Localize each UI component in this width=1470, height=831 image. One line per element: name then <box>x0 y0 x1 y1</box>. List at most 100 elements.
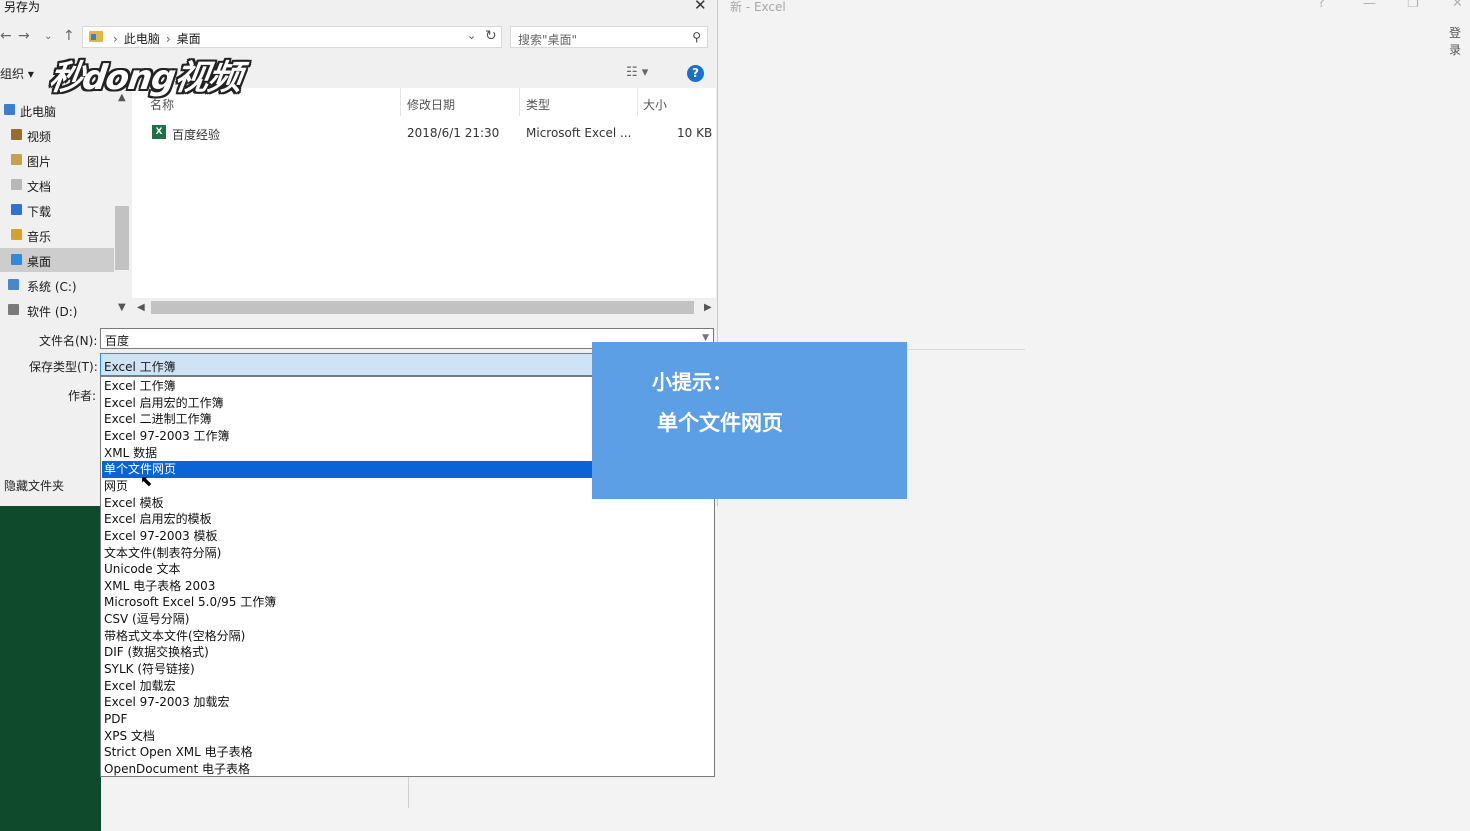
video-folder-icon <box>11 129 22 140</box>
savetype-option[interactable]: SYLK (符号链接) <box>102 661 713 678</box>
savetype-option[interactable]: XPS 文档 <box>102 728 713 745</box>
back-arrow-icon[interactable]: ← <box>0 28 12 44</box>
excel-file-icon: X <box>152 125 166 139</box>
folder-icon <box>89 31 103 42</box>
search-input[interactable]: 搜索"桌面" ⚲ <box>510 26 708 48</box>
tip-body: 单个文件网页 <box>657 411 783 435</box>
nav-scrollbar-thumb[interactable] <box>115 206 129 270</box>
drive-d-icon <box>8 304 19 315</box>
savetype-option[interactable]: DIF (数据交换格式) <box>102 644 713 661</box>
up-arrow-icon[interactable]: ↑ <box>63 28 75 44</box>
scroll-down-icon[interactable]: ▼ <box>118 302 126 313</box>
scroll-left-icon[interactable]: ◀ <box>137 302 145 313</box>
sidebar-item-drive-c[interactable]: 系统 (C:) <box>0 273 114 297</box>
excel-close-icon[interactable]: ✕ <box>1452 0 1463 11</box>
forward-arrow-icon[interactable]: → <box>18 28 30 44</box>
savetype-option[interactable]: Excel 97-2003 加载宏 <box>102 694 713 711</box>
sidebar-item-label: 桌面 <box>27 255 52 269</box>
breadcrumb-item-desktop[interactable]: 桌面 <box>177 32 201 46</box>
help-icon[interactable]: ? <box>687 65 704 82</box>
drive-c-icon <box>8 279 19 290</box>
excel-backstage-sidebar <box>0 506 101 831</box>
address-bar[interactable]: › 此电脑 › 桌面 ⌄ ↻ <box>82 26 502 48</box>
savetype-option[interactable]: CSV (逗号分隔) <box>102 611 713 628</box>
sidebar-item-desktop-folder[interactable]: 桌面 <box>0 248 114 272</box>
hide-folders-label: 隐藏文件夹 <box>4 479 65 493</box>
savetype-option[interactable]: Excel 97-2003 模板 <box>102 528 713 545</box>
file-size: 10 KB <box>677 126 713 140</box>
organize-button[interactable]: 组织 ▾ <box>0 65 34 82</box>
nav-scrollbar[interactable] <box>114 92 130 318</box>
sidebar-item-computer[interactable]: 此电脑 <box>0 98 114 122</box>
savetype-option[interactable]: OpenDocument 电子表格 <box>102 761 713 778</box>
downloads-folder-icon <box>11 204 22 215</box>
savetype-option[interactable]: 文本文件(制表符分隔) <box>102 545 713 562</box>
music-folder-icon <box>11 229 22 240</box>
sidebar-item-documents-folder[interactable]: 文档 <box>0 173 114 197</box>
excel-window-title: 新 - Excel <box>730 0 786 14</box>
recent-locations-chevron-icon[interactable]: ⌄ <box>44 31 52 42</box>
author-label: 作者: <box>68 389 97 403</box>
tip-title: 小提示： <box>652 370 732 394</box>
file-list: 名称 修改日期 类型 大小 X 百度经验 2018/6/1 21:30 Micr… <box>132 88 716 298</box>
sidebar-item-label: 音乐 <box>27 230 52 244</box>
horizontal-scrollbar-thumb[interactable] <box>151 301 694 314</box>
filename-label: 文件名(N): <box>39 334 98 348</box>
documents-folder-icon <box>11 179 22 190</box>
savetype-option[interactable]: 带格式文本文件(空格分隔) <box>102 628 713 645</box>
savetype-label: 保存类型(T): <box>29 360 98 374</box>
savetype-option[interactable]: Excel 加载宏 <box>102 678 713 695</box>
breadcrumb-item-this-pc[interactable]: 此电脑 <box>124 32 160 46</box>
savetype-option[interactable]: Unicode 文本 <box>102 561 713 578</box>
savetype-option[interactable]: Microsoft Excel 5.0/95 工作簿 <box>102 594 713 611</box>
sidebar-item-drive-d[interactable]: 软件 (D:) <box>0 298 114 322</box>
sidebar-item-music-folder[interactable]: 音乐 <box>0 223 114 247</box>
sidebar-item-video-folder[interactable]: 视频 <box>0 123 114 147</box>
divider <box>908 349 1025 350</box>
mouse-cursor-icon: ⬉ <box>140 472 153 490</box>
view-options-icon[interactable]: ☷ ▾ <box>626 65 648 80</box>
sidebar-item-pictures-folder[interactable]: 图片 <box>0 148 114 172</box>
breadcrumb: › 此电脑 › 桌面 <box>107 30 201 47</box>
file-type: Microsoft Excel ... <box>526 126 632 140</box>
watermark-logo: 秒dong视频 <box>46 58 244 98</box>
sidebar-item-label: 软件 (D:) <box>27 305 78 319</box>
column-separator <box>637 88 638 116</box>
search-icon[interactable]: ⚲ <box>692 30 701 44</box>
sidebar-item-label: 视频 <box>27 130 52 144</box>
chevron-down-icon[interactable]: ⌄ <box>467 29 476 42</box>
savetype-option[interactable]: Strict Open XML 电子表格 <box>102 744 713 761</box>
navigation-pane: 此电脑视频图片文档下载音乐桌面系统 (C:) 软件 (D:) <box>0 92 130 319</box>
sidebar-item-label: 此电脑 <box>20 105 57 119</box>
sidebar-item-label: 文档 <box>27 180 52 194</box>
filename-value: 百度 <box>105 334 130 348</box>
column-header-type[interactable]: 类型 <box>526 96 550 113</box>
sidebar-item-downloads-folder[interactable]: 下载 <box>0 198 114 222</box>
sidebar-item-label: 下载 <box>27 205 52 219</box>
savetype-option[interactable]: Excel 启用宏的模板 <box>102 511 713 528</box>
close-icon[interactable]: ✕ <box>694 0 707 14</box>
divider <box>408 776 409 808</box>
column-separator <box>519 88 520 116</box>
restore-icon[interactable]: ❐ <box>1407 0 1419 11</box>
savetype-value: Excel 工作簿 <box>104 360 176 374</box>
computer-icon <box>4 104 15 115</box>
sidebar-item-label: 系统 (C:) <box>27 280 77 294</box>
hide-folders-button[interactable]: 隐藏文件夹 <box>4 477 64 494</box>
file-name: 百度经验 <box>172 128 221 142</box>
scroll-right-icon[interactable]: ▶ <box>704 302 712 313</box>
refresh-icon[interactable]: ↻ <box>485 28 497 44</box>
excel-help-button[interactable]: ? <box>1318 0 1325 11</box>
minimize-icon[interactable]: — <box>1363 0 1376 11</box>
chevron-right-icon: › <box>113 32 118 46</box>
file-modified: 2018/6/1 21:30 <box>407 126 500 140</box>
sidebar-item-label: 图片 <box>27 155 52 169</box>
dialog-title: 另存为 <box>4 0 41 14</box>
search-placeholder: 搜索"桌面" <box>518 33 578 47</box>
desktop-folder-icon <box>11 254 22 265</box>
savetype-option[interactable]: XML 电子表格 2003 <box>102 578 713 595</box>
column-header-size[interactable]: 大小 <box>643 96 667 113</box>
login-link[interactable]: 登录 <box>1449 24 1470 58</box>
column-header-modified[interactable]: 修改日期 <box>407 96 455 113</box>
savetype-option[interactable]: PDF <box>102 711 713 728</box>
